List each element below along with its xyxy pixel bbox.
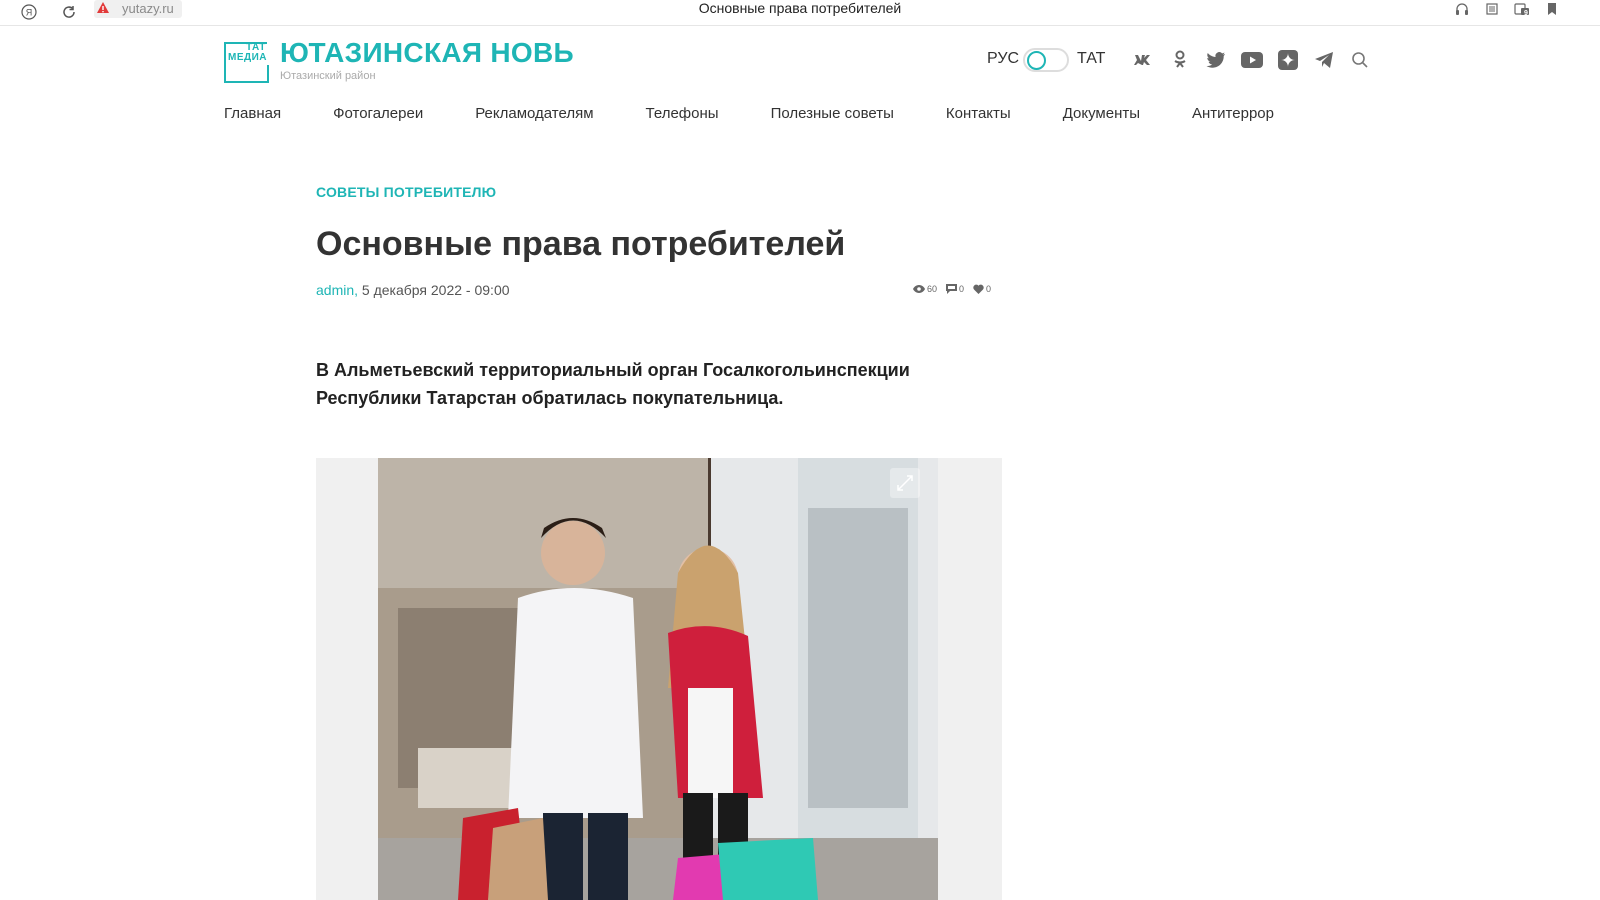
- couple-shopping-photo: [378, 458, 938, 900]
- comments-icon: [946, 284, 958, 294]
- lang-label-tat[interactable]: ТАТ: [1077, 50, 1105, 68]
- comments-count: 0: [959, 284, 965, 294]
- site-title[interactable]: ЮТАЗИНСКАЯ НОВЬ: [280, 37, 574, 69]
- nav-item-useful-tips[interactable]: Полезные советы: [771, 105, 894, 123]
- article-category[interactable]: СОВЕТЫ ПОТРЕБИТЕЛЮ: [316, 184, 496, 200]
- likes-icon[interactable]: [973, 284, 984, 294]
- article-author[interactable]: admin,: [316, 282, 358, 298]
- telegram-icon[interactable]: [1313, 49, 1335, 71]
- views-icon: [913, 285, 925, 293]
- nav-item-contacts[interactable]: Контакты: [946, 105, 1011, 123]
- nav-item-phones[interactable]: Телефоны: [646, 105, 719, 123]
- nav-item-photo-galleries[interactable]: Фотогалереи: [333, 105, 423, 123]
- article-photo-container: [316, 458, 1002, 900]
- lang-label-rus[interactable]: РУС: [987, 50, 1019, 68]
- vk-icon[interactable]: [1133, 49, 1155, 71]
- main-nav: Главная Фотогалереи Рекламодателям Телеф…: [224, 105, 1326, 123]
- browser-toolbar: Я yutazy.ru Основные права потребителей …: [0, 0, 1600, 26]
- search-icon[interactable]: [1349, 49, 1371, 71]
- views-count: 60: [927, 284, 938, 294]
- yandex-zen-icon[interactable]: [1277, 49, 1299, 71]
- tab-title: Основные права потребителей: [698, 0, 902, 16]
- likes-count: 0: [986, 284, 992, 294]
- nav-item-advertisers[interactable]: Рекламодателям: [475, 105, 593, 123]
- article-photo[interactable]: [378, 458, 938, 900]
- reader-mode-icon[interactable]: [1484, 2, 1500, 16]
- article-date: 5 декабря 2022 - 09:00: [361, 282, 510, 298]
- odnoklassniki-icon[interactable]: [1169, 49, 1191, 71]
- article-title: Основные права потребителей: [316, 225, 846, 263]
- tatmedia-logo[interactable]: ТАТ МЕДИА: [224, 42, 269, 83]
- twitter-icon[interactable]: [1205, 49, 1227, 71]
- logo-text-media: МЕДИА: [228, 52, 268, 63]
- tabs-count: 9: [1524, 10, 1528, 17]
- site-subtitle: Ютазинский район: [280, 70, 376, 82]
- expand-icon[interactable]: [890, 468, 920, 498]
- headphones-icon[interactable]: [1454, 2, 1470, 16]
- article-lead: В Альметьевский территориальный орган Го…: [316, 360, 910, 408]
- toggle-knob: [1027, 51, 1046, 70]
- article-stats: 60 0 0: [913, 284, 991, 294]
- nav-item-documents[interactable]: Документы: [1063, 105, 1140, 123]
- nav-item-home[interactable]: Главная: [224, 105, 281, 123]
- youtube-icon[interactable]: [1241, 49, 1263, 71]
- language-toggle[interactable]: [1023, 48, 1069, 72]
- tabs-counter-icon[interactable]: 9: [1514, 2, 1530, 17]
- nav-item-antiterror[interactable]: Антитеррор: [1192, 105, 1274, 123]
- article-meta: admin, 5 декабря 2022 - 09:00: [316, 282, 510, 298]
- bookmark-icon[interactable]: [1544, 2, 1560, 16]
